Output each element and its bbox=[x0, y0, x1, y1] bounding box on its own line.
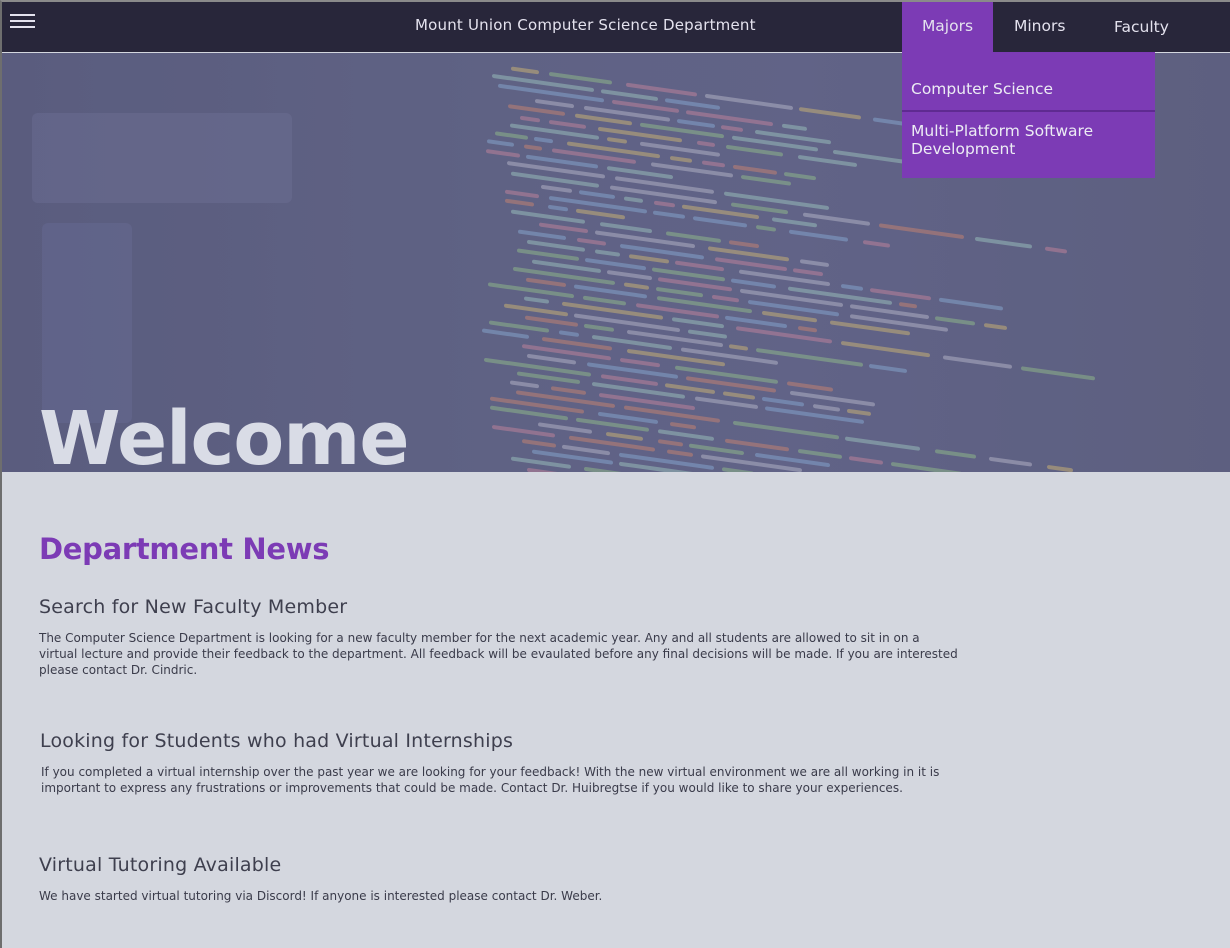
department-news-heading: Department News bbox=[39, 532, 330, 566]
dropdown-item-multi-platform-software-development[interactable]: Multi-Platform Software Development bbox=[902, 112, 1155, 178]
site-title[interactable]: Mount Union Computer Science Department bbox=[415, 16, 756, 34]
news-article-body: If you completed a virtual internship ov… bbox=[41, 765, 940, 795]
majors-dropdown-menu: Computer Science Multi-Platform Software… bbox=[902, 52, 1155, 178]
news-article-title: Virtual Tutoring Available bbox=[39, 854, 282, 876]
nav-item-faculty[interactable]: Faculty bbox=[1114, 1, 1180, 53]
nav-item-majors[interactable]: Majors bbox=[902, 0, 993, 52]
welcome-heading: Welcome bbox=[39, 396, 410, 472]
hamburger-menu-icon[interactable] bbox=[10, 10, 35, 36]
news-article-title: Looking for Students who had Virtual Int… bbox=[40, 730, 514, 752]
news-article-body: The Computer Science Department is looki… bbox=[39, 631, 958, 677]
nav-item-minors[interactable]: Minors bbox=[1014, 0, 1076, 52]
top-navbar: Mount Union Computer Science Department … bbox=[0, 0, 1230, 52]
dropdown-item-computer-science[interactable]: Computer Science bbox=[902, 52, 1155, 112]
news-article-title: Search for New Faculty Member bbox=[39, 596, 348, 618]
news-article-body: We have started virtual tutoring via Dis… bbox=[39, 889, 603, 903]
